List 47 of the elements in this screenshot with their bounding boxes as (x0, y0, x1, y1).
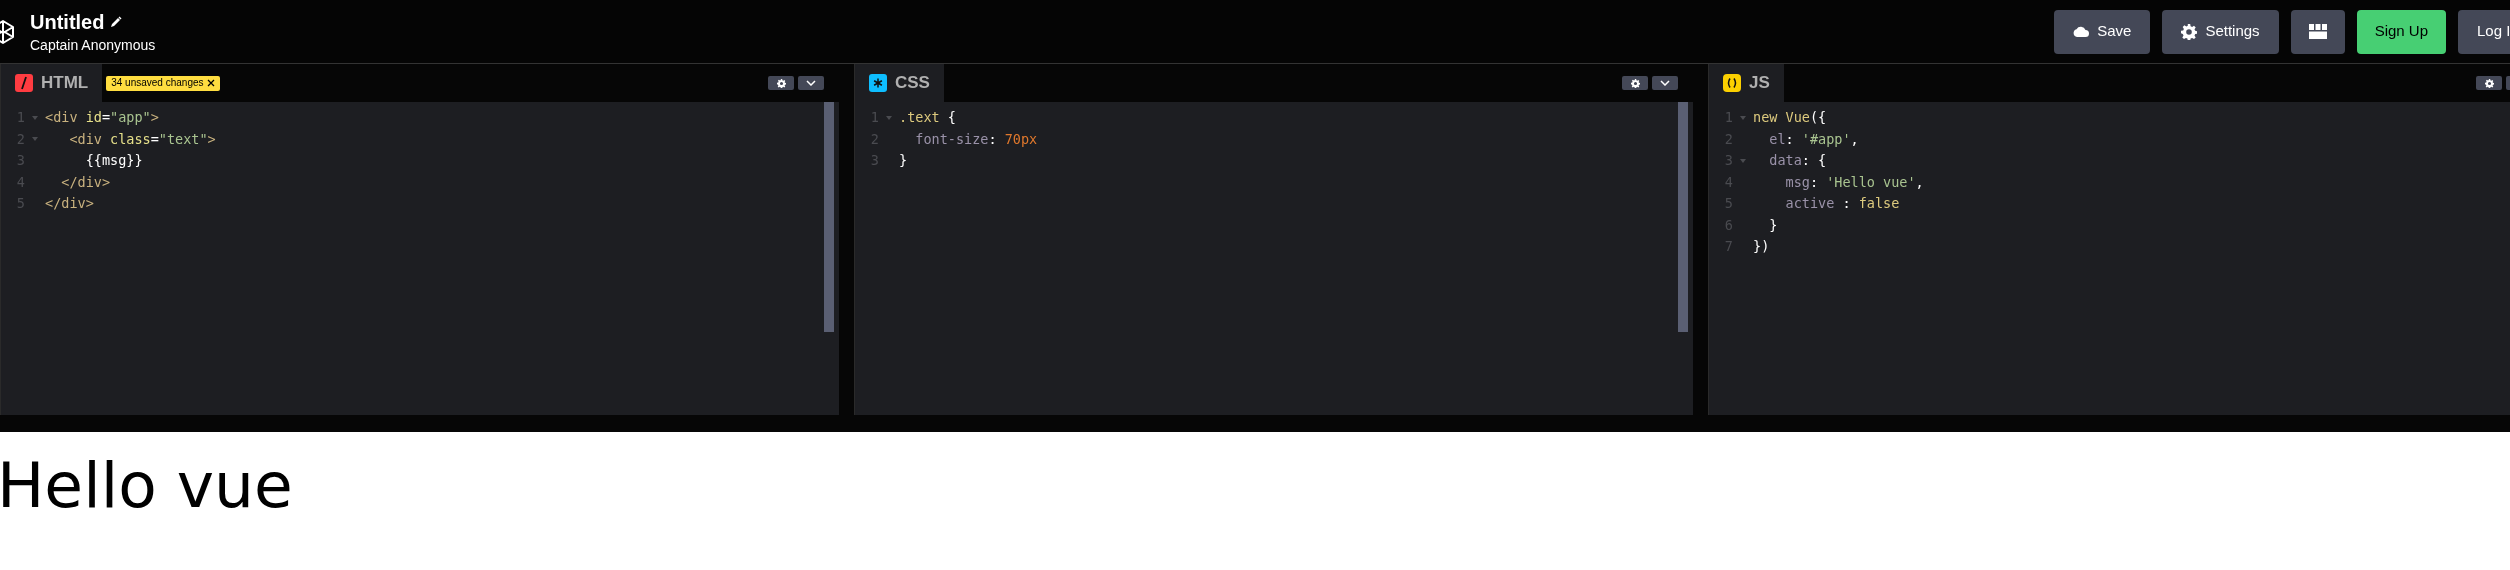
code-line: .text { (899, 108, 956, 127)
pen-title[interactable]: Untitled (30, 9, 105, 34)
code-line: }) (1753, 237, 1770, 256)
collapse-button[interactable] (1652, 76, 1678, 90)
pencil-icon[interactable] (110, 15, 123, 28)
code-line: } (899, 151, 908, 170)
preview-text: Hello vue (0, 448, 294, 524)
gear-icon (2484, 78, 2494, 88)
code-line: <div class="text"> (68, 129, 216, 149)
log-in-button[interactable]: Log I (2458, 9, 2510, 54)
code-line: font-size: 70px (914, 129, 1038, 149)
code-line: new Vue({ (1753, 108, 1827, 127)
code-line: el: '#app', (1768, 129, 1859, 149)
code-line: } (1768, 215, 1778, 235)
settings-button[interactable] (768, 76, 794, 90)
code-line: </div> (45, 194, 94, 213)
slash-icon (15, 74, 33, 92)
gear-icon (2181, 23, 2198, 40)
gear-icon (776, 78, 786, 88)
gear-icon (1630, 78, 1640, 88)
editor-tab[interactable]: HTML (1, 64, 103, 102)
scrollbar-thumb[interactable] (1678, 102, 1688, 332)
code-line: <div id="app"> (45, 108, 159, 127)
code-line: data: { (1768, 151, 1827, 170)
code-line: </div> (60, 172, 111, 192)
parentheses-icon (1723, 74, 1741, 92)
editor-tab[interactable]: JS (1709, 64, 1784, 102)
scrollbar-thumb[interactable] (824, 102, 834, 332)
settings-button[interactable]: Settings (2162, 9, 2279, 54)
unsaved-changes-badge[interactable]: 34 unsaved changes (106, 75, 220, 91)
close-icon[interactable] (206, 79, 215, 87)
layout-icon (2308, 24, 2327, 39)
collapse-button[interactable] (798, 76, 824, 90)
settings-button[interactable] (1622, 76, 1648, 90)
asterisk-icon (869, 74, 887, 92)
code-line: active : false (1784, 194, 1900, 213)
chevron-down-icon (1660, 80, 1670, 86)
layout-button[interactable] (2290, 9, 2345, 54)
editor-tab[interactable]: CSS (855, 64, 944, 102)
author-name: Captain Anonymous (30, 35, 156, 54)
save-button[interactable]: Save (2054, 9, 2151, 54)
sign-up-button[interactable]: Sign Up (2356, 9, 2446, 54)
code-line: {{msg}} (84, 151, 143, 170)
cloud-icon (2073, 26, 2090, 37)
chevron-down-icon (806, 80, 816, 86)
code-line: msg: 'Hello vue', (1784, 172, 1924, 192)
settings-button[interactable] (2476, 76, 2502, 90)
